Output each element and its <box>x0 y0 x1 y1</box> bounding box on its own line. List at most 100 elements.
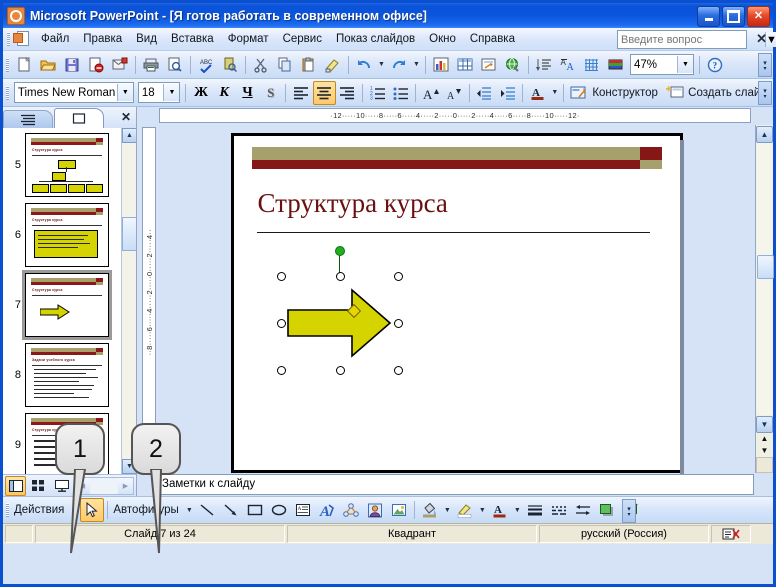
scroll-up-icon[interactable]: ▲ <box>122 128 136 143</box>
increase-font-icon[interactable]: A <box>419 81 442 105</box>
help-icon[interactable]: ? <box>703 53 727 77</box>
slide-vertical-scrollbar[interactable]: ▲ ▼ ▲ ▼ <box>755 124 774 473</box>
line-color-dropdown-icon[interactable]: ▼ <box>477 499 488 521</box>
draw-menu-button[interactable]: Действия <box>12 504 69 516</box>
list-item[interactable]: 6 Структура курса <box>6 203 136 267</box>
picture-icon[interactable] <box>387 498 411 522</box>
selected-shape-group[interactable] <box>276 245 403 375</box>
decrease-font-icon[interactable]: A <box>443 81 466 105</box>
redo-dropdown-icon[interactable]: ▼ <box>411 54 422 76</box>
align-left-icon[interactable] <box>289 81 312 105</box>
resize-handle-sw[interactable] <box>276 365 286 375</box>
close-button[interactable]: ✕ <box>747 6 770 27</box>
menu-edit[interactable]: Правка <box>76 30 129 48</box>
increase-indent-icon[interactable] <box>496 81 519 105</box>
ask-a-question-input[interactable] <box>618 32 765 47</box>
format-painter-icon[interactable] <box>321 53 345 77</box>
thumbnail-slide-8[interactable]: Задачи учебного курса <box>25 343 109 407</box>
menu-format[interactable]: Формат <box>221 30 276 48</box>
email-icon[interactable] <box>108 53 132 77</box>
paste-icon[interactable] <box>297 53 321 77</box>
fill-color-dropdown-icon[interactable]: ▼ <box>442 499 453 521</box>
insert-hyperlink-icon[interactable] <box>501 53 525 77</box>
insert-table-icon[interactable] <box>453 53 477 77</box>
thumbnail-slide-7[interactable]: Структура курса <box>22 270 112 340</box>
zoom-combo[interactable]: 47% ▼ <box>630 54 694 75</box>
color-grayscale-icon[interactable] <box>604 53 628 77</box>
menu-window[interactable]: Окно <box>422 30 463 48</box>
standard-toolbar-grip[interactable] <box>6 57 9 72</box>
insert-chart-icon[interactable] <box>429 53 453 77</box>
minimize-button[interactable] <box>697 6 720 27</box>
clipart-icon[interactable] <box>363 498 387 522</box>
design-button-label[interactable]: Конструктор <box>590 87 663 99</box>
print-icon[interactable] <box>139 53 163 77</box>
menu-insert[interactable]: Вставка <box>164 30 221 48</box>
slide-title[interactable]: Структура курса <box>258 188 448 219</box>
menu-tools[interactable]: Сервис <box>276 30 329 48</box>
permission-icon[interactable] <box>84 53 108 77</box>
scroll-right-icon[interactable]: ▶ <box>118 477 133 494</box>
scroll-thumb[interactable] <box>757 254 774 279</box>
bulleted-list-icon[interactable] <box>389 81 412 105</box>
show-grid-icon[interactable] <box>580 53 604 77</box>
underline-button[interactable]: Ч <box>236 81 259 105</box>
ask-a-question-box[interactable]: ▼ <box>617 30 776 49</box>
undo-icon[interactable] <box>352 53 376 77</box>
scroll-thumb[interactable] <box>122 217 136 251</box>
spelling-check-icon[interactable]: ABC <box>194 53 218 77</box>
italic-button[interactable]: К <box>213 81 236 105</box>
autoshapes-dropdown-icon[interactable]: ▼ <box>184 499 195 521</box>
previous-slide-icon[interactable]: ▲ <box>758 433 771 445</box>
tab-outline[interactable] <box>3 110 53 128</box>
rectangle-icon[interactable] <box>243 498 267 522</box>
print-preview-icon[interactable] <box>163 53 187 77</box>
open-folder-icon[interactable] <box>36 53 60 77</box>
resize-handle-e[interactable] <box>393 318 403 328</box>
line-icon[interactable] <box>195 498 219 522</box>
list-item[interactable]: 7 Структура курса <box>6 270 136 340</box>
cut-scissors-icon[interactable] <box>249 53 273 77</box>
arrow-style-icon[interactable] <box>571 498 595 522</box>
copy-icon[interactable] <box>273 53 297 77</box>
menu-slideshow[interactable]: Показ слайдов <box>329 30 422 48</box>
spelling-status-icon[interactable] <box>711 525 751 543</box>
zoom-dropdown-icon[interactable]: ▼ <box>677 56 693 73</box>
undo-dropdown-icon[interactable]: ▼ <box>376 54 387 76</box>
menu-file[interactable]: Файл <box>34 30 76 48</box>
resize-handle-s[interactable] <box>335 365 345 375</box>
scroll-track[interactable] <box>757 142 774 415</box>
scroll-down-icon[interactable]: ▼ <box>756 415 773 433</box>
resize-handle-n[interactable] <box>335 271 345 281</box>
line-style-icon[interactable] <box>523 498 547 522</box>
resize-handle-w[interactable] <box>276 318 286 328</box>
list-item[interactable]: 8 Задачи учебного курса <box>6 343 136 407</box>
formatting-toolbar-grip[interactable] <box>6 85 9 100</box>
font-name-dropdown-icon[interactable]: ▼ <box>116 84 133 101</box>
shadow-style-icon[interactable] <box>595 498 619 522</box>
shadow-button[interactable]: S <box>259 81 282 105</box>
rotation-handle[interactable] <box>334 245 345 256</box>
menu-help[interactable]: Справка <box>463 30 522 48</box>
thumbnail-slide-6[interactable]: Структура курса <box>25 203 109 267</box>
horizontal-ruler[interactable]: ·12·····10·····8·····6·····4·····2·····0… <box>159 108 751 124</box>
maximize-button[interactable] <box>722 6 745 27</box>
wordart-icon[interactable]: A <box>315 498 339 522</box>
align-center-icon[interactable] <box>312 80 336 105</box>
new-slide-icon[interactable] <box>663 81 686 105</box>
font-color-dropdown-icon[interactable]: ▼ <box>550 82 561 104</box>
formatting-toolbar-overflow[interactable]: ▾ ▾ <box>758 81 772 105</box>
show-formatting-icon[interactable]: AA <box>556 53 580 77</box>
diagram-icon[interactable] <box>339 498 363 522</box>
arrow-icon[interactable] <box>219 498 243 522</box>
drawing-toolbar-grip[interactable] <box>6 503 9 517</box>
slide-sorter-icon[interactable] <box>28 476 49 496</box>
list-item[interactable]: 5 Структура курса <box>6 133 136 197</box>
drawing-toolbar-overflow[interactable]: ▾ ▾ <box>622 499 636 523</box>
align-right-icon[interactable] <box>336 81 359 105</box>
expand-all-icon[interactable] <box>532 53 556 77</box>
scroll-up-icon[interactable]: ▲ <box>756 125 773 143</box>
standard-toolbar-overflow[interactable]: ▾ ▾ <box>758 53 772 77</box>
save-icon[interactable] <box>60 53 84 77</box>
fill-color-icon[interactable] <box>418 498 442 522</box>
